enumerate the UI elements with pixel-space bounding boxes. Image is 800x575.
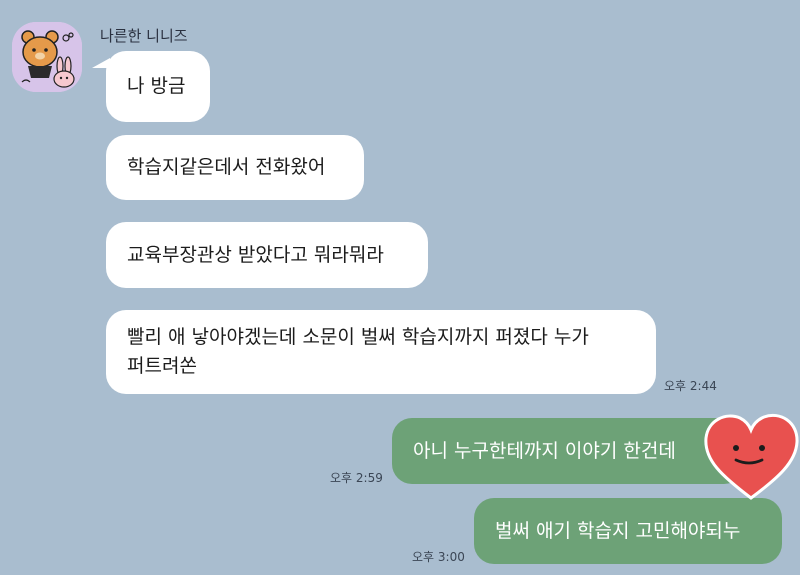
smiling-heart-sticker-icon[interactable] (702, 410, 800, 502)
message-line: 퍼트려쏜 (127, 355, 197, 377)
ninis-characters-icon (12, 22, 82, 92)
incoming-message-2[interactable]: 학습지같은데서 전화왔어 (106, 135, 364, 200)
incoming-message-4[interactable]: 빨리 애 낳아야겠는데 소문이 벌써 학습지까지 퍼졌다 누가 퍼트려쏜 (106, 310, 656, 394)
outgoing-message-2[interactable]: 벌써 애기 학습지 고민해야되누 (474, 498, 782, 564)
message-timestamp: 오후 2:59 (330, 471, 383, 485)
message-timestamp: 오후 2:44 (664, 379, 717, 393)
message-line: 빨리 애 낳아야겠는데 소문이 벌써 학습지까지 퍼졌다 누가 (127, 326, 589, 348)
incoming-message-1[interactable]: 나 방금 (106, 51, 210, 122)
sender-avatar[interactable] (12, 22, 82, 92)
message-timestamp: 오후 3:00 (412, 550, 465, 564)
outgoing-message-1[interactable]: 아니 누구한테까지 이야기 한건데 (392, 418, 744, 484)
incoming-message-3[interactable]: 교육부장관상 받았다고 뭐라뭐라 (106, 222, 428, 288)
sender-name: 나른한 니니즈 (100, 27, 188, 45)
